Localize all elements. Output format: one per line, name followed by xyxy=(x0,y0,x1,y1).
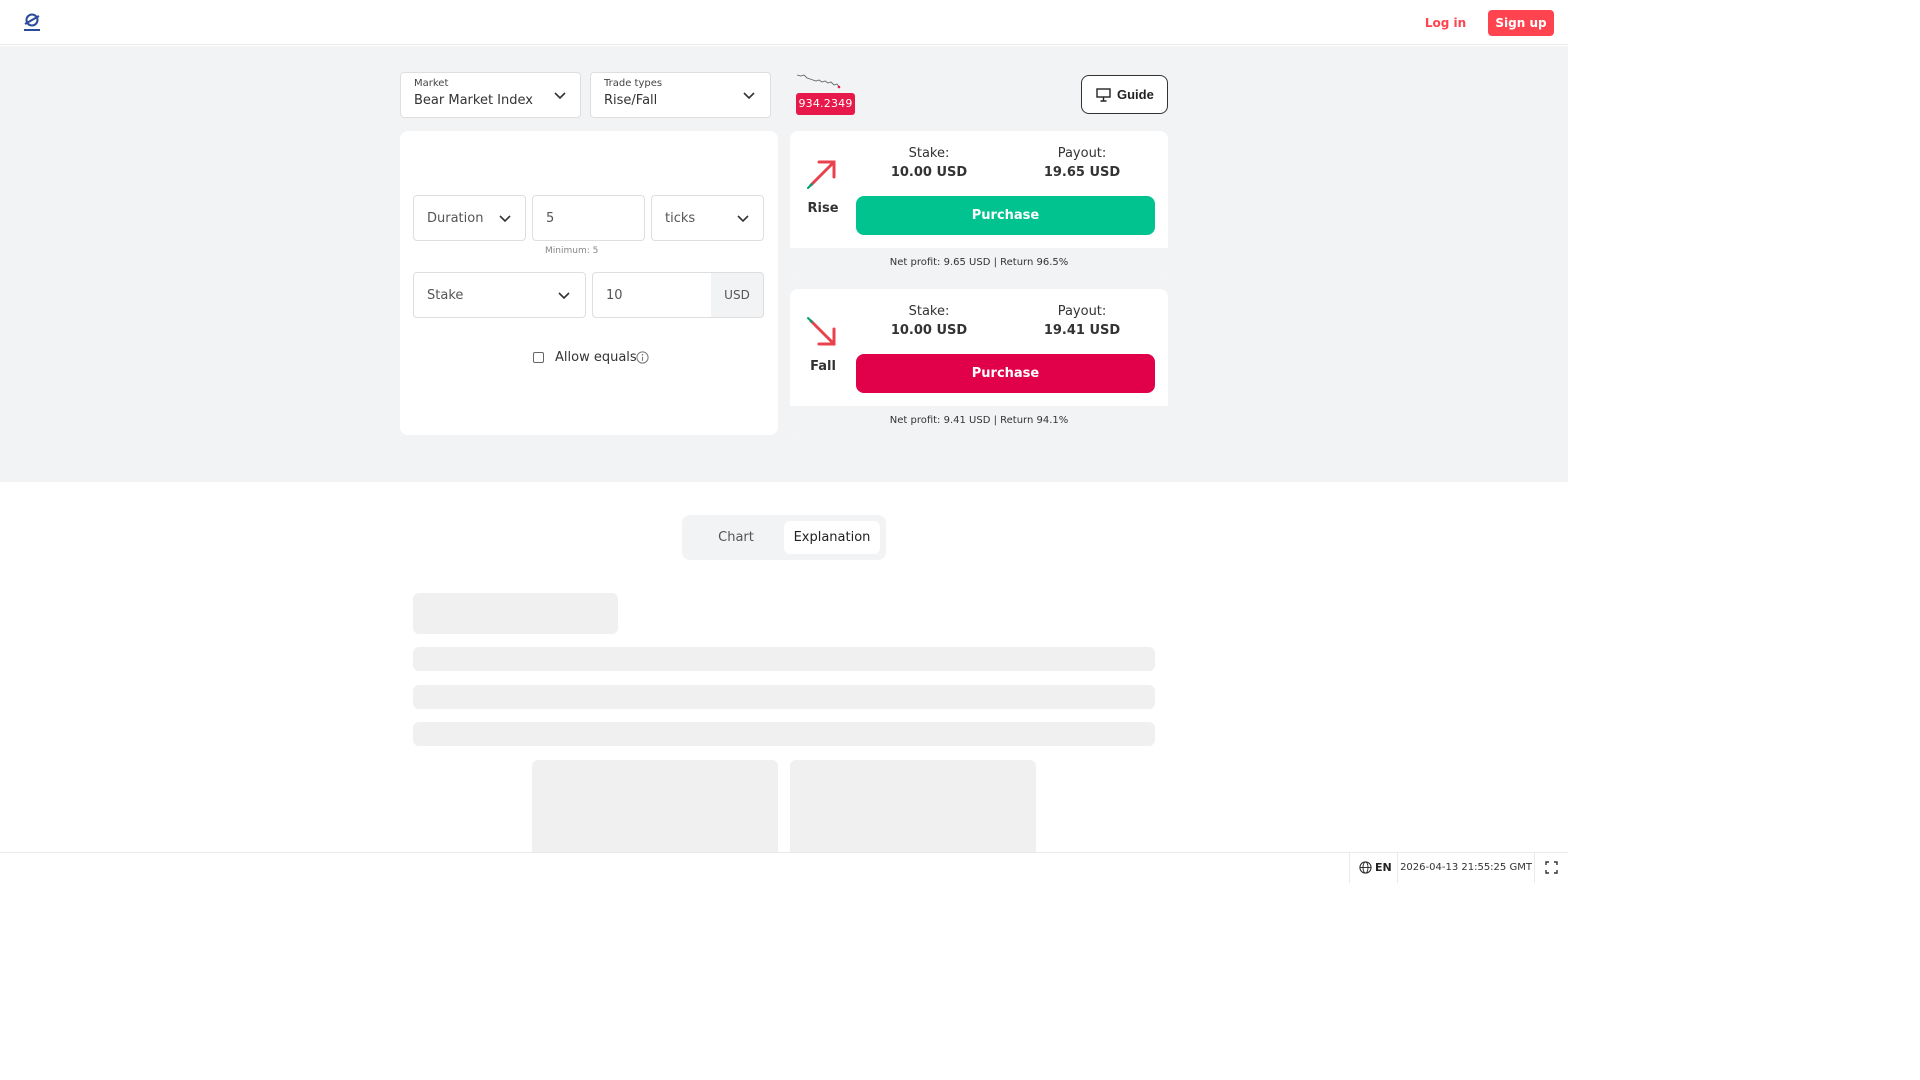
fullscreen-icon[interactable] xyxy=(1545,861,1558,874)
guide-button[interactable]: Guide xyxy=(1081,75,1168,114)
trade-type-caption: Trade types xyxy=(604,78,663,89)
duration-unit-value: ticks xyxy=(665,211,696,226)
market-select[interactable]: Market Bear Market Index xyxy=(400,72,581,118)
rise-label: Rise xyxy=(807,201,839,216)
fall-stake-value: 10.00 USD xyxy=(890,323,968,338)
fall-payout-label: Payout: xyxy=(1057,304,1107,319)
price-sparkline xyxy=(796,74,841,89)
duration-type-value: Duration xyxy=(427,211,484,226)
trade-type-value: Rise/Fall xyxy=(604,93,658,108)
market-value: Bear Market Index xyxy=(414,93,533,108)
stake-amount-input[interactable]: 10 xyxy=(592,272,712,318)
server-time: 2026-04-13 21:55:25 GMT xyxy=(1398,853,1535,883)
duration-input[interactable]: 5 xyxy=(532,195,645,241)
chevron-down-icon xyxy=(554,92,566,100)
duration-type-select[interactable]: Duration xyxy=(413,195,526,241)
rise-net-profit: Net profit: 9.65 USD | Return 96.5% xyxy=(790,248,1168,277)
skeleton-title xyxy=(413,593,618,634)
rise-payout-value: 19.65 USD xyxy=(1043,165,1121,180)
guide-label: Guide xyxy=(1117,87,1154,102)
trade-panel-background xyxy=(0,46,1568,482)
language-switcher[interactable]: EN xyxy=(1349,853,1398,883)
fall-label: Fall xyxy=(810,359,836,374)
chevron-down-icon xyxy=(499,215,511,223)
rise-stake-label: Stake: xyxy=(908,146,950,161)
chevron-down-icon xyxy=(743,92,755,100)
duration-minimum-note: Minimum: 5 xyxy=(545,246,599,256)
fall-purchase-button[interactable]: Purchase xyxy=(856,354,1155,393)
signup-button[interactable]: Sign up xyxy=(1488,10,1554,36)
allow-equals-checkbox[interactable] xyxy=(533,352,544,363)
fall-payout-value: 19.41 USD xyxy=(1043,323,1121,338)
current-price-badge: 934.2349 xyxy=(796,93,855,115)
chevron-down-icon xyxy=(558,292,570,300)
skeleton-image xyxy=(532,760,778,860)
fall-stake-label: Stake: xyxy=(908,304,950,319)
rise-payout-label: Payout: xyxy=(1057,146,1107,161)
login-button[interactable]: Log in xyxy=(1418,10,1473,36)
rise-purchase-button[interactable]: Purchase xyxy=(856,196,1155,235)
tab-chart[interactable]: Chart xyxy=(690,521,782,554)
duration-value: 5 xyxy=(546,211,555,226)
duration-unit-select[interactable]: ticks xyxy=(651,195,764,241)
guide-icon xyxy=(1096,88,1111,102)
fall-contract-card: Fall Stake: 10.00 USD Payout: 19.41 USD … xyxy=(790,289,1168,435)
view-tabs: Chart Explanation xyxy=(682,515,886,560)
globe-icon xyxy=(1359,861,1372,874)
deriv-logo[interactable] xyxy=(22,12,42,34)
market-caption: Market xyxy=(414,78,449,89)
top-navbar: Log in Sign up xyxy=(0,0,1568,45)
stake-type-select[interactable]: Stake xyxy=(413,272,586,318)
stake-amount-value: 10 xyxy=(606,288,623,303)
skeleton-line xyxy=(413,685,1155,709)
rise-stake-value: 10.00 USD xyxy=(890,165,968,180)
chevron-down-icon xyxy=(737,215,749,223)
trade-type-select[interactable]: Trade types Rise/Fall xyxy=(590,72,771,118)
skeleton-image xyxy=(790,760,1036,860)
fall-net-profit: Net profit: 9.41 USD | Return 94.1% xyxy=(790,406,1168,435)
footer-bar: EN 2026-04-13 21:55:25 GMT xyxy=(0,852,1568,883)
allow-equals-label[interactable]: Allow equals xyxy=(555,350,637,365)
language-code: EN xyxy=(1375,861,1392,874)
info-icon[interactable] xyxy=(636,351,649,364)
skeleton-line xyxy=(413,647,1155,671)
rise-arrow-icon xyxy=(807,160,836,189)
fall-arrow-icon xyxy=(807,317,836,346)
trade-parameters-panel: Duration 5 ticks Minimum: 5 Stake 10 USD… xyxy=(400,131,778,435)
rise-contract-card: Rise Stake: 10.00 USD Payout: 19.65 USD … xyxy=(790,131,1168,277)
currency-suffix: USD xyxy=(711,272,764,318)
tab-explanation[interactable]: Explanation xyxy=(784,521,880,554)
skeleton-line xyxy=(413,722,1155,746)
stake-type-value: Stake xyxy=(427,288,464,303)
